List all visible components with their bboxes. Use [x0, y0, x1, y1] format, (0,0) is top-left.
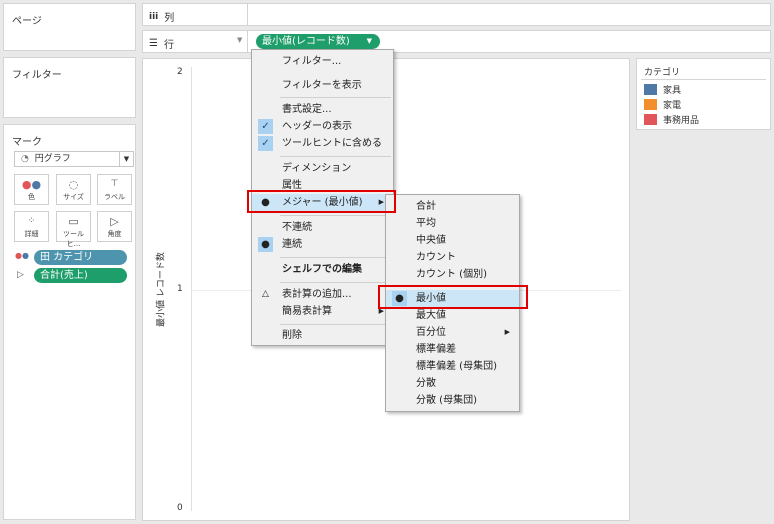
color-dots-icon: ●● — [15, 251, 29, 260]
menu-item-add-table-calc[interactable]: △ 表計算の追加... — [252, 286, 393, 303]
axis-tick-1: 1 — [177, 284, 183, 294]
legend-title: カテゴリ — [644, 68, 681, 78]
mark-detail-button[interactable]: ⁘ 詳細 — [14, 211, 49, 242]
mark-label-button[interactable]: ⊤ ラベル — [97, 174, 132, 205]
menu-item-show-filter[interactable]: フィルターを表示 — [252, 77, 393, 94]
submenu-item-variance-population[interactable]: 分散 (母集団) — [386, 392, 519, 409]
filters-title: フィルター — [12, 70, 62, 81]
legend-swatch — [644, 114, 657, 125]
pie-icon: ◔ — [21, 154, 29, 164]
legend-item[interactable]: 家電 — [644, 98, 681, 111]
chevron-down-icon[interactable]: ▼ — [237, 36, 242, 44]
submenu-item-count-distinct[interactable]: カウント (個別) — [386, 266, 519, 283]
menu-item-format[interactable]: 書式設定... — [252, 101, 393, 118]
label-icon: ⊤ — [110, 179, 119, 189]
submenu-item-sum[interactable]: 合計 — [386, 198, 519, 215]
highlight-box-minimum — [378, 285, 528, 309]
pages-shelf[interactable]: ページ — [3, 3, 136, 51]
mark-pill-category[interactable]: 田 カテゴリ — [34, 250, 127, 265]
menu-item-quick-table-calc[interactable]: 簡易表計算 ▶ — [252, 303, 393, 320]
submenu-item-percentile[interactable]: 百分位 ▶ — [386, 324, 519, 341]
mark-type-value: 円グラフ — [34, 154, 71, 164]
color-dots-icon: ●● — [21, 178, 42, 191]
rows-pill-min-record-count[interactable]: 最小値(レコード数) ▼ — [256, 34, 380, 49]
marks-card: マーク ◔ 円グラフ ▼ ●● 色 ◌ サイズ ⊤ ラベル ⁘ 詳細 ▭ ツール… — [3, 124, 136, 520]
submenu-item-stdev-population[interactable]: 標準偏差 (母集団) — [386, 358, 519, 375]
menu-item-remove[interactable]: 削除 — [252, 327, 393, 344]
rows-label: 行 — [163, 40, 174, 51]
rows-shelf[interactable]: ☰ 行 ▼ 最小値(レコード数) ▼ — [142, 30, 771, 53]
axis-tick-0: 0 — [177, 503, 183, 513]
delta-icon: △ — [262, 289, 269, 299]
mark-tooltip-button[interactable]: ▭ ツールヒ... — [56, 211, 91, 248]
submenu-item-variance[interactable]: 分散 — [386, 375, 519, 392]
columns-shelf[interactable]: iii 列 — [142, 3, 771, 26]
menu-item-filter[interactable]: フィルター... — [252, 53, 393, 70]
menu-item-edit-in-shelf[interactable]: シェルフでの編集 — [252, 261, 393, 278]
menu-item-discrete[interactable]: 不連続 — [252, 219, 393, 236]
submenu-item-maximum[interactable]: 最大値 — [386, 307, 519, 324]
columns-label: 列 — [164, 13, 175, 24]
submenu-item-median[interactable]: 中央値 — [386, 232, 519, 249]
legend-swatch — [644, 99, 657, 110]
submenu-item-stdev[interactable]: 標準偏差 — [386, 341, 519, 358]
mark-color-button[interactable]: ●● 色 — [14, 174, 49, 205]
tooltip-icon: ▭ — [68, 215, 79, 228]
chevron-down-icon: ▼ — [366, 37, 372, 45]
columns-icon: iii — [149, 11, 159, 22]
menu-item-dimension[interactable]: ディメンション — [252, 160, 393, 177]
rows-icon: ☰ — [149, 38, 158, 49]
menu-item-continuous[interactable]: ● 連続 — [252, 236, 393, 253]
legend-item[interactable]: 家具 — [644, 83, 681, 96]
legend-card: カテゴリ 家具 家電 事務用品 — [636, 58, 771, 130]
marks-title: マーク — [12, 137, 42, 148]
mark-type-dropdown[interactable]: ◔ 円グラフ ▼ — [14, 151, 134, 167]
pages-title: ページ — [12, 16, 42, 27]
highlight-box-measure — [247, 190, 396, 213]
chevron-down-icon: ▼ — [119, 152, 133, 166]
checkmark-icon: ✓ — [258, 136, 273, 151]
legend-swatch — [644, 84, 657, 95]
axis-tick-2: 2 — [177, 67, 183, 77]
legend-item[interactable]: 事務用品 — [644, 113, 699, 126]
menu-item-show-header[interactable]: ✓ ヘッダーの表示 — [252, 118, 393, 135]
angle-icon: ▷ — [17, 270, 24, 280]
axis-line — [191, 67, 192, 511]
submenu-item-average[interactable]: 平均 — [386, 215, 519, 232]
mark-pill-sum-sales[interactable]: 合計(売上) — [34, 268, 127, 283]
checkmark-icon: ✓ — [258, 119, 273, 134]
size-icon: ◌ — [68, 178, 79, 191]
mark-size-button[interactable]: ◌ サイズ — [56, 174, 91, 205]
submenu-item-count[interactable]: カウント — [386, 249, 519, 266]
menu-item-include-in-tooltip[interactable]: ✓ ツールヒントに含める — [252, 135, 393, 152]
submenu-arrow-icon: ▶ — [504, 328, 510, 336]
angle-icon: ▷ — [110, 215, 119, 228]
filters-shelf[interactable]: フィルター — [3, 57, 136, 118]
axis-title: 最小値 レコード数 — [156, 252, 167, 327]
mark-angle-button[interactable]: ▷ 角度 — [97, 211, 132, 242]
bullet-icon: ● — [258, 237, 273, 252]
detail-icon: ⁘ — [27, 216, 36, 226]
